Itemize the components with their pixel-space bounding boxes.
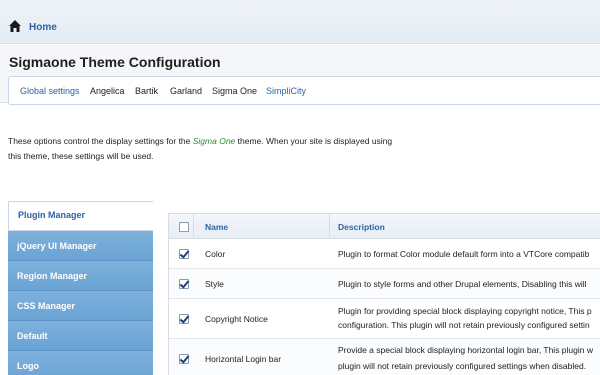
row-checkbox[interactable] xyxy=(179,314,189,324)
table-row: Copyright Notice Plugin for providing sp… xyxy=(169,299,600,339)
plugin-description: configuration. This plugin will not reta… xyxy=(338,320,590,330)
plugin-name: Horizontal Login bar xyxy=(205,354,282,364)
intro-text-line-2: this theme, these settings will be used. xyxy=(8,151,154,161)
table-row: Style Plugin to style forms and other Dr… xyxy=(169,269,600,299)
row-checkbox[interactable] xyxy=(179,354,189,364)
top-bar: Home xyxy=(0,0,600,44)
row-checkbox[interactable] xyxy=(179,249,189,259)
tab-global-settings[interactable]: Global settings xyxy=(20,86,80,96)
home-link[interactable]: Home xyxy=(29,22,57,33)
tab-simplicity[interactable]: SimpliCity xyxy=(266,86,306,96)
table-row: Horizontal Login bar Provide a special b… xyxy=(169,339,600,375)
column-header-description[interactable]: Description xyxy=(338,222,385,232)
plugin-description: Plugin to format Color module default fo… xyxy=(338,249,590,259)
sidebar-item-plugin-manager[interactable]: Plugin Manager xyxy=(8,201,153,231)
plugin-table: Name Description Color Plugin to format … xyxy=(168,213,600,375)
tab-angelica[interactable]: Angelica xyxy=(90,86,125,96)
plugin-description: plugin will not retain previously config… xyxy=(338,361,587,371)
sidebar-item-default[interactable]: Default xyxy=(8,321,153,351)
plugin-name: Color xyxy=(205,249,226,259)
intro-text-line-1: These options control the display settin… xyxy=(8,136,392,146)
tab-bartik[interactable]: Bartik xyxy=(135,86,158,96)
sidebar-item-jquery-ui-manager[interactable]: jQuery UI Manager xyxy=(8,231,153,261)
tab-sigma-one[interactable]: Sigma One xyxy=(212,86,257,96)
sidebar-item-region-manager[interactable]: Region Manager xyxy=(8,261,153,291)
intro-text-before: These options control the display settin… xyxy=(8,136,193,146)
home-icon[interactable] xyxy=(8,19,22,33)
plugin-description: Plugin to style forms and other Drupal e… xyxy=(338,279,587,289)
plugin-description: Provide a special block displaying horiz… xyxy=(338,345,593,355)
plugin-name: Copyright Notice xyxy=(205,314,268,324)
sidebar-item-logo[interactable]: Logo xyxy=(8,351,153,375)
select-all-checkbox[interactable] xyxy=(179,222,189,232)
plugin-name: Style xyxy=(205,279,224,289)
settings-sidebar: Plugin Manager jQuery UI Manager Region … xyxy=(8,201,153,375)
column-header-name[interactable]: Name xyxy=(205,222,228,232)
intro-theme-name: Sigma One xyxy=(192,136,236,146)
plugin-description: Plugin for providing special block displ… xyxy=(338,306,592,316)
intro-text-after: theme. When your site is displayed using xyxy=(235,136,393,146)
page-title: Sigmaone Theme Configuration xyxy=(9,54,221,70)
tab-garland[interactable]: Garland xyxy=(170,86,202,96)
table-row: Color Plugin to format Color module defa… xyxy=(169,239,600,269)
theme-tabs: Global settings Angelica Bartik Garland … xyxy=(8,76,600,105)
table-header: Name Description xyxy=(169,214,600,239)
row-checkbox[interactable] xyxy=(179,279,189,289)
sidebar-item-css-manager[interactable]: CSS Manager xyxy=(8,291,153,321)
